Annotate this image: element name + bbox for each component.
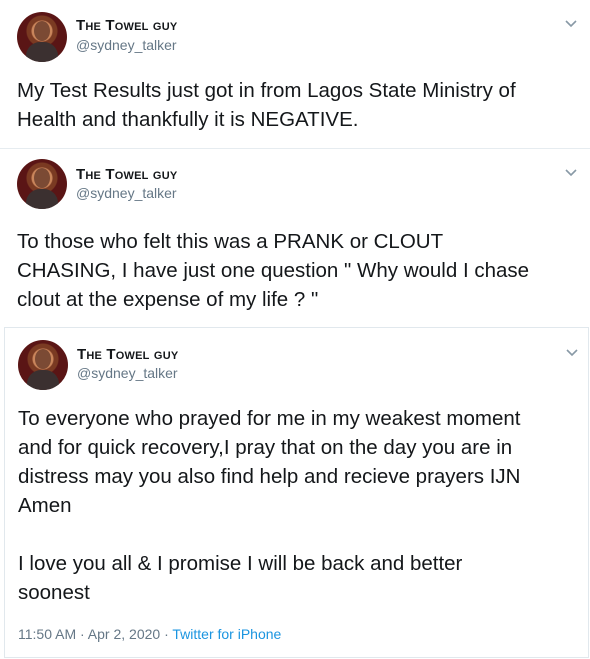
avatar[interactable] <box>17 12 67 62</box>
chevron-down-icon[interactable] <box>563 15 579 31</box>
tweet: The Towel guy @sydney_talker To everyone… <box>4 327 589 658</box>
tweet-text: My Test Results just got in from Lagos S… <box>17 79 516 131</box>
tweet-text: To everyone who prayed for me in my weak… <box>18 407 521 604</box>
user-name[interactable]: The Towel guy <box>76 17 177 34</box>
tweet-date[interactable]: Apr 2, 2020 <box>88 626 160 642</box>
user-handle[interactable]: @sydney_talker <box>76 185 177 201</box>
tweet-time[interactable]: 11:50 AM <box>18 626 76 642</box>
tweet-text: To those who felt this was a PRANK or CL… <box>17 230 530 311</box>
avatar[interactable] <box>18 340 68 390</box>
tweet-source-link[interactable]: Twitter for iPhone <box>172 626 281 642</box>
user-name[interactable]: The Towel guy <box>77 346 178 363</box>
user-name[interactable]: The Towel guy <box>76 166 177 183</box>
user-handle[interactable]: @sydney_talker <box>76 37 177 53</box>
tweet: The Towel guy @sydney_talker To those wh… <box>0 148 590 326</box>
chevron-down-icon[interactable] <box>563 164 579 180</box>
chevron-down-icon[interactable] <box>564 344 580 360</box>
avatar[interactable] <box>17 159 67 209</box>
tweet-meta: 11:50 AM · Apr 2, 2020 · Twitter for iPh… <box>18 626 281 642</box>
tweet: The Towel guy @sydney_talker My Test Res… <box>0 0 590 148</box>
meta-separator: · <box>80 626 88 642</box>
user-handle[interactable]: @sydney_talker <box>77 365 178 381</box>
